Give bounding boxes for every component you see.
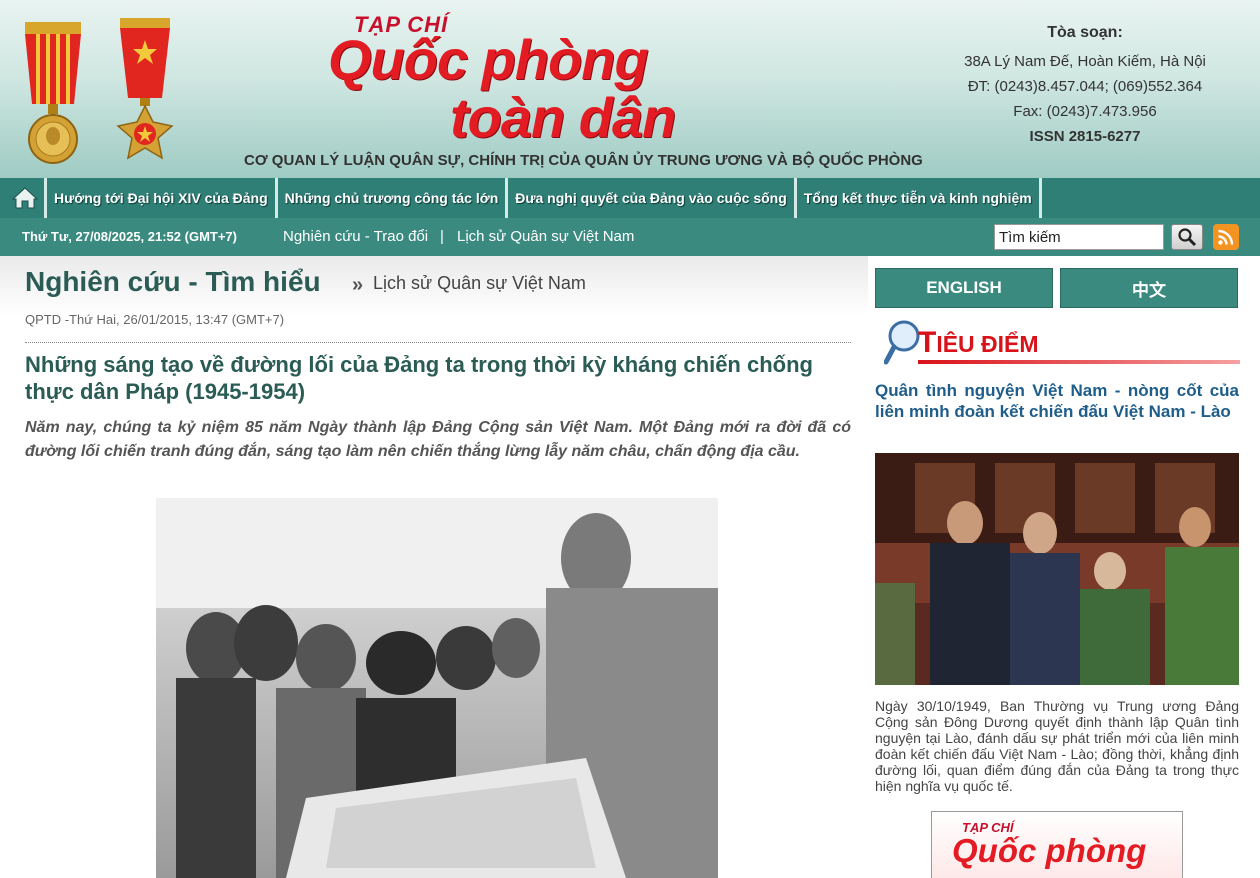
focus-label: TIÊU ĐIỂM: [918, 326, 1039, 360]
nav-item-dai-hoi[interactable]: Hướng tới Đại hội XIV của Đảng: [44, 178, 275, 218]
masthead-line-2[interactable]: toàn dân: [450, 88, 676, 148]
contact-fax: Fax: (0243)7.473.956: [1013, 103, 1157, 120]
masthead-line-1[interactable]: Quốc phòng: [328, 30, 649, 90]
focus-article-photo[interactable]: [875, 453, 1239, 685]
article-sapo: Năm nay, chúng ta kỷ niệm 85 năm Ngày th…: [25, 419, 851, 460]
medal-right-icon: [116, 18, 174, 160]
focus-article-desc: Ngày 30/10/1949, Ban Thường vụ Trung ươn…: [875, 698, 1239, 794]
home-icon: [12, 187, 38, 209]
focus-photo-image: [875, 453, 1239, 685]
nav-item-nghi-quyet[interactable]: Đưa nghị quyết của Đảng vào cuộc sống: [505, 178, 794, 218]
breadcrumb-separator: |: [440, 228, 444, 245]
contact-issn: ISSN 2815-6277: [1029, 128, 1141, 145]
focus-heading: TIÊU ĐIỂM: [884, 318, 1240, 368]
medal-left-icon: [25, 22, 81, 164]
focus-label-initial: T: [918, 326, 937, 359]
current-date: Thứ Tư, 27/08/2025, 21:52 (GMT+7): [22, 229, 237, 244]
breadcrumb-nghien-cuu[interactable]: Nghiên cứu - Trao đổi: [283, 228, 428, 245]
focus-underline: [918, 360, 1240, 364]
section-title[interactable]: Nghiên cứu - Tìm hiểu: [25, 266, 321, 298]
site-header: TẠP CHÍ Quốc phòng toàn dân CƠ QUAN LÝ L…: [0, 0, 1260, 178]
divider: [25, 342, 851, 343]
ad-big-text: Quốc phòng: [952, 832, 1147, 869]
chinese-button[interactable]: 中文: [1060, 268, 1238, 308]
breadcrumb-lich-su[interactable]: Lịch sử Quân sự Việt Nam: [457, 228, 634, 245]
page: TẠP CHÍ Quốc phòng toàn dân CƠ QUAN LÝ L…: [0, 0, 1260, 878]
article-title: Những sáng tạo về đường lối của Đảng ta …: [25, 352, 813, 404]
contact-address: 38A Lý Nam Đế, Hoàn Kiếm, Hà Nội: [964, 53, 1206, 70]
contact-phone: ĐT: (0243)8.457.044; (069)552.364: [967, 78, 1203, 95]
section-arrow-icon: »: [352, 274, 364, 296]
focus-label-rest: IÊU ĐIỂM: [936, 331, 1039, 357]
section-subcategory[interactable]: Lịch sử Quân sự Việt Nam: [373, 273, 586, 294]
main-nav: Hướng tới Đại hội XIV của Đảng Những chủ…: [0, 178, 1260, 218]
english-button[interactable]: ENGLISH: [875, 268, 1053, 308]
contact-block: Tòa soạn: 38A Lý Nam Đế, Hoàn Kiếm, Hà N…: [940, 24, 1230, 149]
contact-title: Tòa soạn:: [1047, 24, 1123, 41]
rss-icon: [1218, 229, 1234, 245]
search-input[interactable]: [994, 224, 1164, 250]
article-meta: QPTD -Thứ Hai, 26/01/2015, 13:47 (GMT+7): [25, 312, 285, 327]
search-button[interactable]: [1171, 224, 1203, 250]
article-photo-image: [156, 498, 718, 878]
article-photo: [156, 498, 718, 878]
focus-article-title[interactable]: Quân tình nguyện Việt Nam - nòng cốt của…: [875, 380, 1239, 422]
nav-item-chu-truong[interactable]: Những chủ trương công tác lớn: [274, 178, 506, 218]
magazine-ad-banner[interactable]: TẠP CHÍ Quốc phòng: [931, 811, 1183, 878]
magnifier-icon: [1178, 228, 1197, 247]
nav-item-tong-ket[interactable]: Tổng kết thực tiễn và kinh nghiệm: [793, 178, 1042, 218]
main-content: Nghiên cứu - Tìm hiểu » Lịch sử Quân sự …: [0, 256, 868, 878]
sidebar: ENGLISH 中文 TIÊU ĐIỂM Quân tình nguyện Vi…: [868, 256, 1260, 878]
masthead-tagline: CƠ QUAN LÝ LUẬN QUÂN SỰ, CHÍNH TRỊ CỦA Q…: [244, 152, 923, 169]
rss-button[interactable]: [1213, 224, 1239, 250]
nav-home[interactable]: [6, 178, 44, 218]
